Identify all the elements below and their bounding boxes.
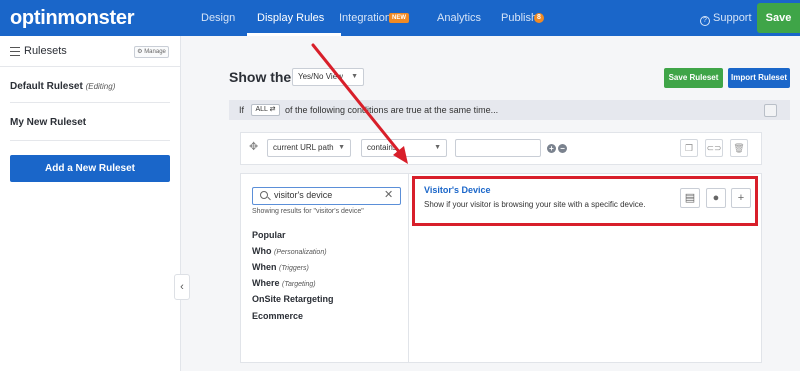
search-icon (260, 191, 268, 199)
category-who[interactable]: Who (Personalization) (252, 246, 327, 256)
help-icon: ? (700, 16, 710, 26)
category-note: (Triggers) (279, 265, 309, 272)
list-icon (10, 47, 20, 56)
category-label: Ecommerce (252, 311, 304, 321)
drag-handle-icon[interactable]: ✥ (249, 142, 258, 153)
chevron-down-icon: ▼ (351, 73, 358, 80)
add-condition-icon[interactable]: + (547, 144, 556, 153)
collapse-sidebar-button[interactable]: ‹ (174, 274, 190, 300)
add-rule-button[interactable]: + (731, 188, 751, 208)
category-ecommerce[interactable]: Ecommerce (252, 311, 303, 321)
all-any-toggle[interactable]: ALL ⇄ (251, 104, 280, 116)
sidebar-title: Rulesets (24, 45, 67, 57)
manage-button[interactable]: ⚙ Manage (134, 46, 169, 58)
tab-integrations[interactable]: Integrations (339, 0, 396, 36)
if-label: If (239, 105, 245, 115)
search-results-note: Showing results for "visitor's device" (252, 208, 364, 215)
picker-divider (408, 174, 409, 362)
tab-publish[interactable]: Publish (501, 0, 537, 36)
remove-condition-icon[interactable]: − (558, 144, 567, 153)
document-icon[interactable]: ▤ (680, 188, 700, 208)
ruleset-name: Default Ruleset (10, 81, 83, 92)
manage-label: Manage (144, 49, 166, 55)
divider (10, 140, 170, 141)
tab-analytics[interactable]: Analytics (437, 0, 481, 36)
close-icon[interactable]: ✕ (384, 188, 393, 202)
category-label: OnSite Retargeting (252, 294, 334, 304)
category-note: (Targeting) (282, 281, 316, 288)
rulesets-sidebar: Rulesets ⚙ Manage Default Ruleset (Editi… (0, 36, 181, 371)
new-badge: NEW (389, 13, 409, 23)
delete-group-icon[interactable] (764, 104, 777, 117)
search-value: visitor's device (274, 190, 333, 200)
editing-note: (Editing) (85, 82, 116, 91)
active-tab-underline (247, 33, 341, 36)
gear-icon: ⚙ (137, 49, 143, 55)
publish-count-badge: 8 (534, 13, 544, 23)
category-when[interactable]: When (Triggers) (252, 262, 309, 272)
chevron-down-icon: ▼ (338, 144, 345, 151)
view-select[interactable]: Yes/No View ▼ (292, 68, 364, 86)
save-button[interactable]: Save (757, 3, 800, 33)
chevron-left-icon: ‹ (180, 281, 184, 293)
optinmonster-logo[interactable]: optinmonster (10, 8, 134, 28)
ruleset-item-my-new[interactable]: My New Ruleset (10, 117, 86, 128)
category-note: (Personalization) (274, 249, 327, 256)
category-where[interactable]: Where (Targeting) (252, 278, 316, 288)
sidebar-header: Rulesets ⚙ Manage (0, 36, 180, 67)
operator-select-value: contains (367, 143, 397, 152)
trash-icon[interactable]: 🗑 (730, 139, 748, 157)
support-link[interactable]: ? Support (700, 0, 752, 36)
category-label: Who (252, 246, 272, 256)
category-onsite-retargeting[interactable]: OnSite Retargeting (252, 294, 334, 304)
link-icon[interactable]: ⊂⊃ (705, 139, 723, 157)
tab-design[interactable]: Design (201, 0, 235, 36)
duplicate-icon[interactable]: ❐ (680, 139, 698, 157)
add-ruleset-button[interactable]: Add a New Ruleset (10, 155, 170, 182)
value-input[interactable] (455, 139, 541, 157)
support-label: Support (713, 12, 752, 24)
divider (10, 102, 170, 103)
field-select-value: current URL path (273, 143, 334, 152)
save-ruleset-button[interactable]: Save Ruleset (664, 68, 723, 88)
ruleset-item-default[interactable]: Default Ruleset (Editing) (10, 81, 115, 92)
field-select[interactable]: current URL path ▼ (267, 139, 351, 157)
result-title: Visitor's Device (424, 185, 491, 195)
category-label: When (252, 262, 277, 272)
ruleset-name: My New Ruleset (10, 117, 87, 128)
category-popular[interactable]: Popular (252, 230, 286, 240)
chevron-down-icon: ▼ (434, 144, 441, 151)
show-the-label: Show the (229, 69, 292, 85)
conditions-text: of the following conditions are true at … (285, 105, 499, 115)
import-ruleset-button[interactable]: Import Ruleset (728, 68, 790, 88)
view-select-value: Yes/No View (298, 72, 343, 81)
category-label: Where (252, 278, 280, 288)
info-icon[interactable]: ● (706, 188, 726, 208)
category-label: Popular (252, 230, 286, 240)
result-description: Show if your visitor is browsing your si… (424, 200, 646, 209)
operator-select[interactable]: contains ▼ (361, 139, 447, 157)
tab-display-rules[interactable]: Display Rules (257, 0, 324, 36)
